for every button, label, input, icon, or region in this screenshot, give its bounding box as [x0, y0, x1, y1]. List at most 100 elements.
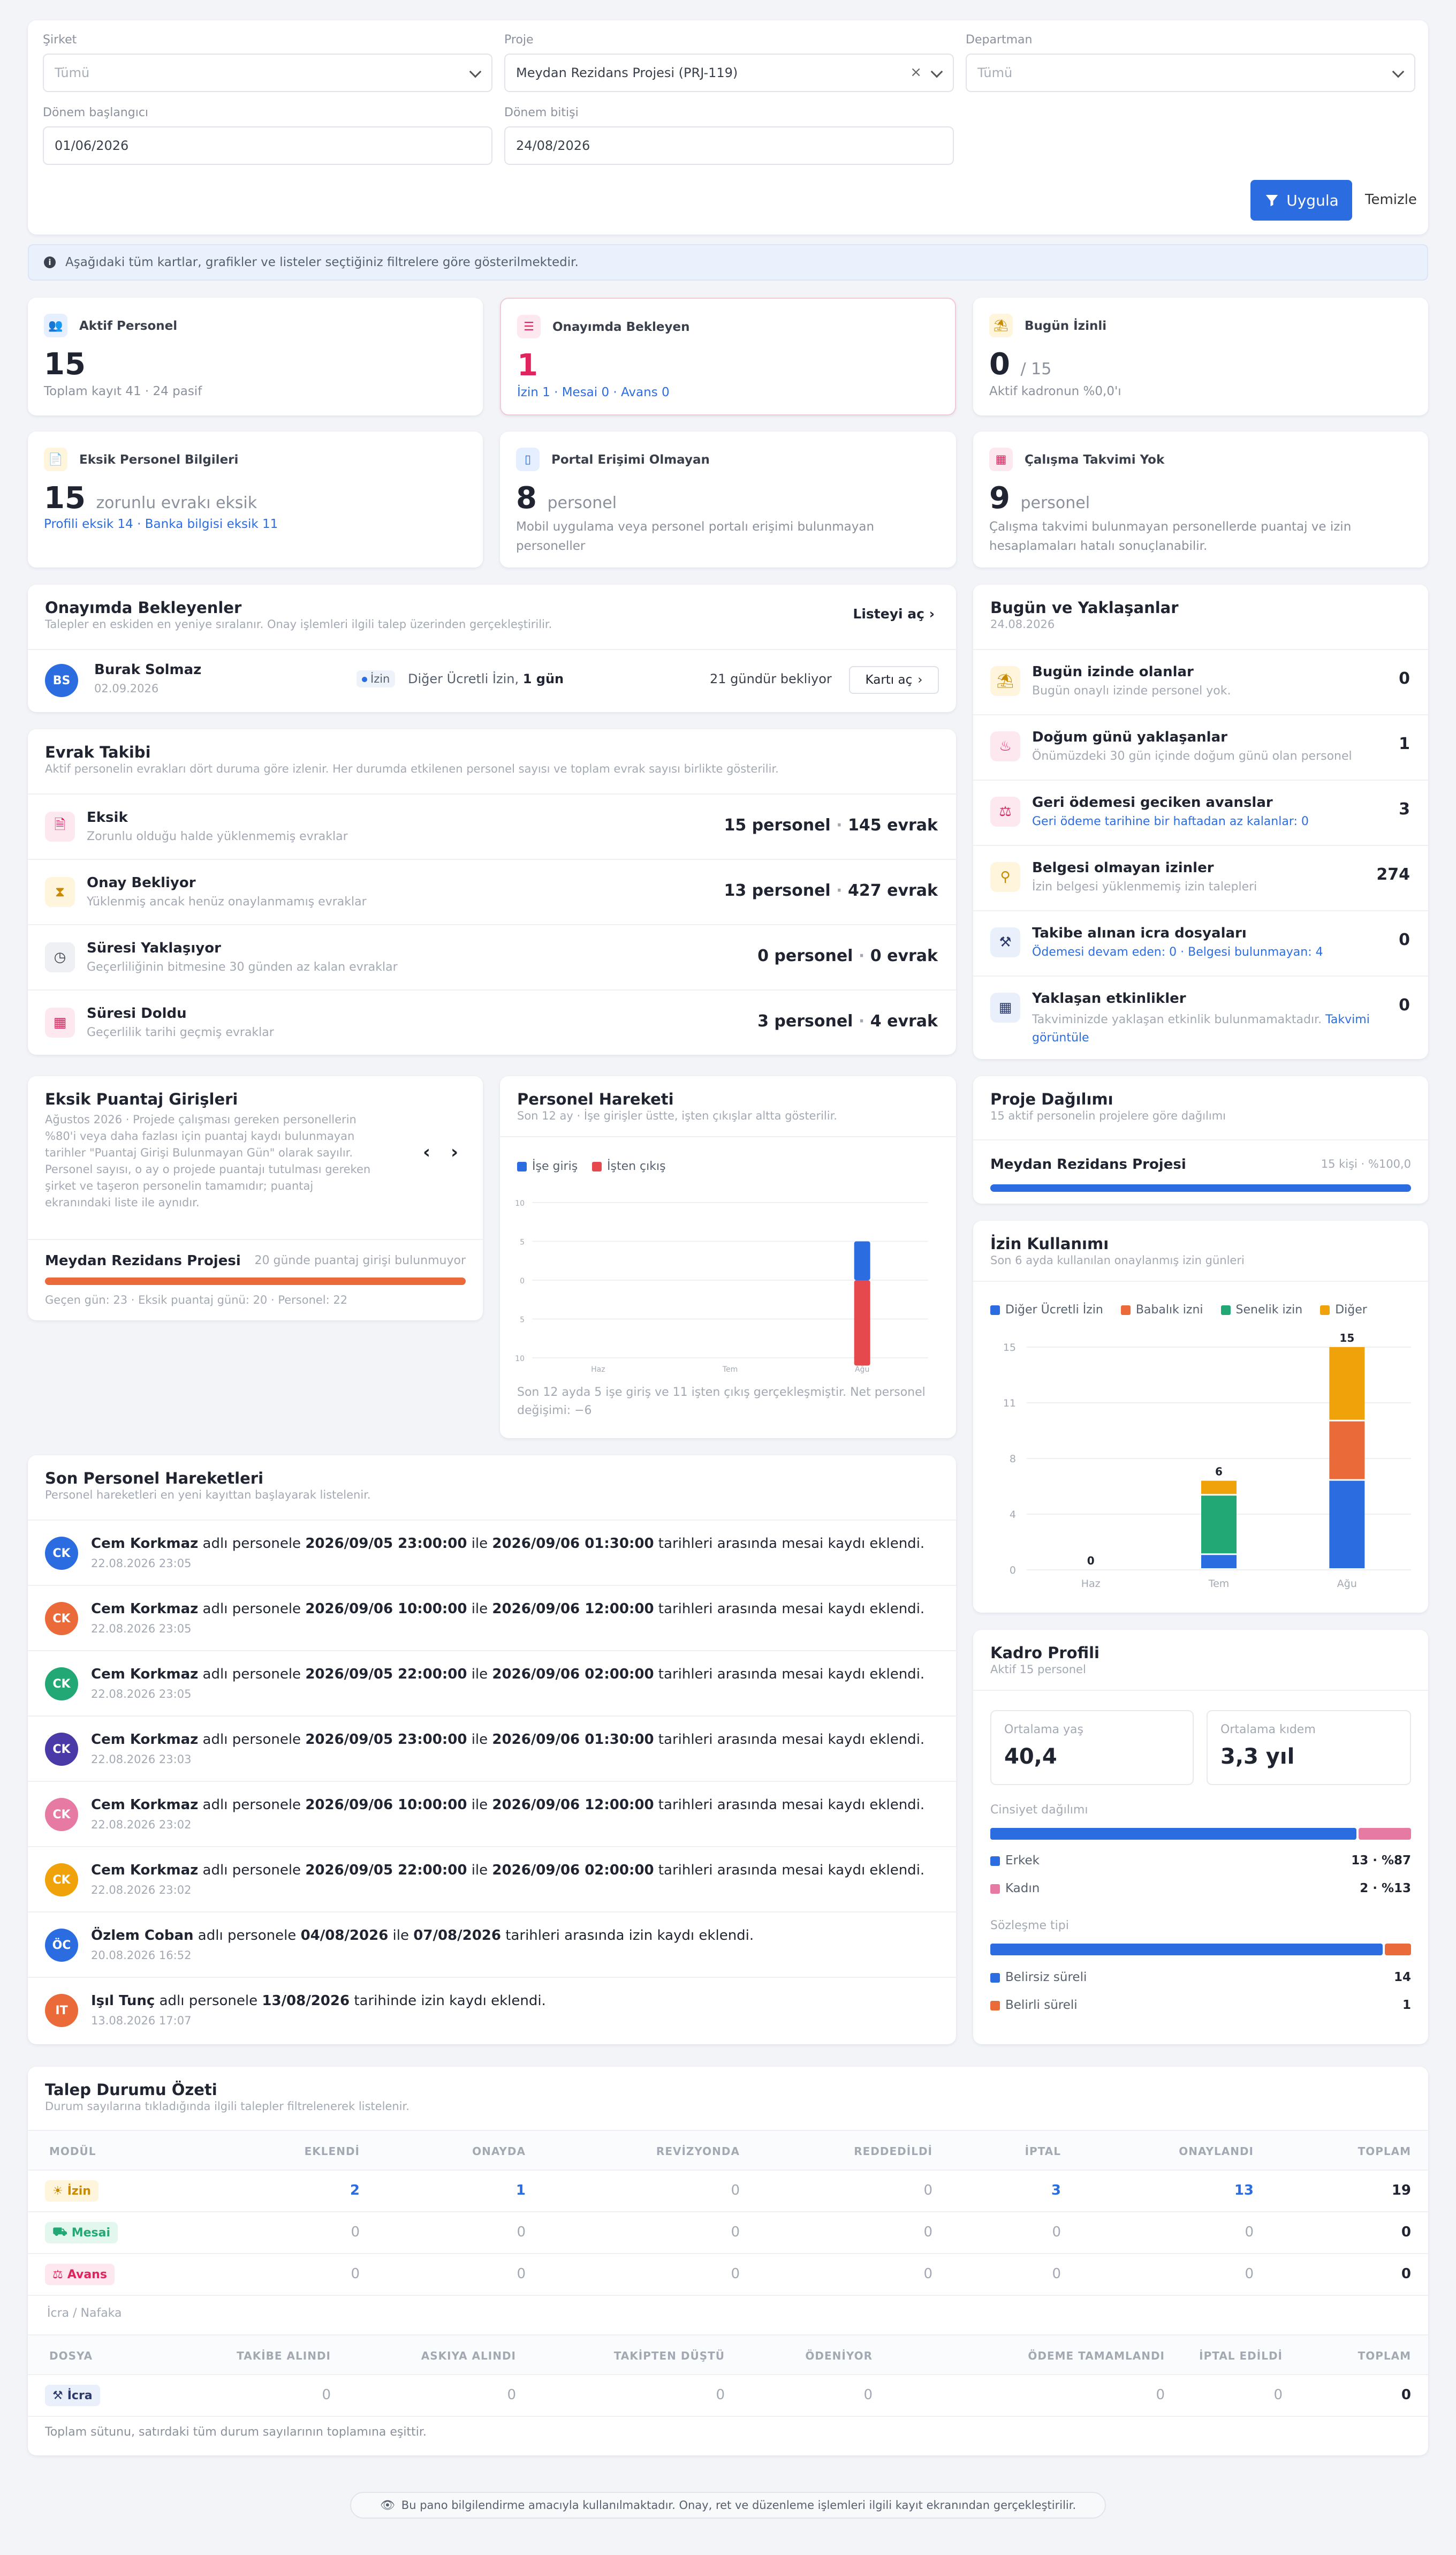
end-date-input[interactable]: 24/08/2026	[504, 126, 954, 165]
activity-time: 22.08.2026 23:03	[91, 1753, 192, 1766]
doc-row-expired[interactable]: ▦ Süresi Doldu Geçerlilik tarihi geçmiş …	[28, 989, 956, 1055]
kpi-missing-info[interactable]: 📄 Eksik Personel Bilgileri 15 zorunlu ev…	[28, 432, 483, 568]
row-sub[interactable]: Ödemesi devam eden: 0 · Belgesi bulunmay…	[1032, 946, 1323, 959]
department-select[interactable]: Tümü	[966, 54, 1415, 92]
prev-month-button[interactable]: ‹	[423, 1142, 430, 1163]
leave-usage-chart: 15 11 8 4 0 Haz 0 Tem 6 Ağu 15	[1003, 1332, 1411, 1590]
icra-label: İcra / Nafaka	[47, 2307, 122, 2320]
bar-exit[interactable]	[854, 1280, 870, 1366]
activity-row[interactable]: CK Cem Korkmaz adlı personele 2026/09/05 …	[28, 1650, 956, 1715]
timesheet-project-row[interactable]: Meydan Rezidans Projesi 20 günde puantaj…	[28, 1239, 483, 1320]
waiting-text: 21 gündür bekliyor	[710, 671, 832, 686]
approval-row[interactable]: BS Burak Solmaz 02.09.2026 İzin Diğer Üc…	[28, 649, 956, 712]
kpi-no-calendar[interactable]: ▦ Çalışma Takvimi Yok 9 personel Çalışma…	[973, 432, 1428, 568]
bar-total-label: 6	[1215, 1465, 1223, 1478]
column-header: ÖDENİYOR	[805, 2349, 873, 2362]
kpi-active-staff[interactable]: 👥 Aktif Personel 15 Toplam kayıt 41 · 24…	[28, 298, 483, 415]
chevron-right-icon: ›	[917, 673, 923, 687]
kpi-title: Portal Erişimi Olmayan	[551, 453, 710, 467]
table-row[interactable]: ⚖ Avans 0 0 0 0 0 0 0	[28, 2254, 1428, 2296]
clear-icon[interactable]: ×	[910, 64, 922, 80]
kpi-sub[interactable]: İzin 1 · Mesai 0 · Avans 0	[517, 385, 670, 399]
gavel-icon: ⚒	[990, 927, 1020, 957]
bar-segment[interactable]	[1329, 1421, 1365, 1479]
filter-panel: Şirket Tümü Proje Meydan Rezidans Projes…	[28, 20, 1428, 235]
open-card-button[interactable]: Kartı aç ›	[849, 666, 939, 694]
today-row-on-leave[interactable]: ⛱ Bugün izinde olanlar Bugün onaylı izin…	[973, 649, 1428, 714]
bar-segment[interactable]	[1329, 1347, 1365, 1420]
module-badge[interactable]: ⛟ Mesai	[45, 2222, 118, 2243]
module-badge[interactable]: ☀ İzin	[45, 2180, 98, 2202]
column-header: DOSYA	[49, 2349, 93, 2362]
next-month-button[interactable]: ›	[451, 1142, 458, 1163]
column-header: MODÜL	[49, 2145, 96, 2158]
approvals-panel: Onayımda Bekleyenler Talepler en eskiden…	[28, 585, 956, 712]
activity-row[interactable]: CK Cem Korkmaz adlı personele 2026/09/06 …	[28, 1585, 956, 1650]
today-row-advances[interactable]: ⚖ Geri ödemesi geciken avanslar Geri öde…	[973, 780, 1428, 845]
table-cell[interactable]: 2	[350, 2182, 360, 2198]
clear-button[interactable]: Temizle	[1365, 192, 1417, 208]
module-badge[interactable]: ⚖ Avans	[45, 2264, 115, 2285]
kpi-title: Bugün İzinli	[1025, 319, 1107, 333]
table-cell[interactable]: 19	[1392, 2182, 1411, 2198]
request-date: 02.09.2026	[94, 682, 159, 695]
kpi-sub[interactable]: Profili eksik 14 · Banka bilgisi eksik 1…	[44, 517, 278, 531]
bar-segment[interactable]	[1329, 1480, 1365, 1568]
calendar-icon: ▦	[989, 448, 1013, 471]
column-header: ASKIYA ALINDI	[421, 2349, 516, 2362]
activity-row[interactable]: ÖC Özlem Coban adlı personele 04/08/2026 …	[28, 1911, 956, 1977]
table-cell: 0	[517, 2224, 526, 2240]
row-stat: 15 personel · 145 evrak	[724, 816, 938, 835]
bar-segment[interactable]	[1201, 1495, 1237, 1554]
doc-row-missing[interactable]: 🗎 Eksik Zorunlu olduğu halde yüklenmemiş…	[28, 793, 956, 859]
panel-title: Talep Durumu Özeti	[45, 2081, 217, 2099]
kpi-leave-today[interactable]: ⛱ Bugün İzinli 0 / 15 Aktif kadronun %0,…	[973, 298, 1428, 415]
bar-total-label: 0	[1087, 1554, 1095, 1567]
bar-segment[interactable]	[1201, 1480, 1237, 1494]
table-cell[interactable]: 1	[516, 2182, 526, 2198]
doc-row-expiring[interactable]: ◷ Süresi Yaklaşıyor Geçerliliğinin bitme…	[28, 924, 956, 989]
module-badge[interactable]: ⚒ İcra	[45, 2385, 100, 2406]
bar-segment[interactable]	[1201, 1555, 1237, 1568]
kpi-title: Eksik Personel Bilgileri	[79, 453, 239, 467]
activity-row[interactable]: CK Cem Korkmaz adlı personele 2026/09/05 …	[28, 1715, 956, 1781]
today-row-icra[interactable]: ⚒ Takibe alınan icra dosyaları Ödemesi d…	[973, 910, 1428, 976]
project-dist-row[interactable]: Meydan Rezidans Projesi 15 kişi · %100,0	[973, 1139, 1428, 1204]
activity-row[interactable]: IT Işıl Tunç adlı personele 13/08/2026 ta…	[28, 1977, 956, 2042]
table-row[interactable]: ☀ İzin 2 1 0 0 3 13 19	[28, 2171, 1428, 2212]
today-row-events[interactable]: ▦ Yaklaşan etkinlikler Takviminizde yakl…	[973, 976, 1428, 1059]
request-detail: Diğer Ücretli İzin, 1 gün	[408, 671, 564, 686]
kpi-value: 15 zorunlu evrakı eksik	[44, 481, 257, 516]
project-select[interactable]: Meydan Rezidans Projesi (PRJ-119) ×	[504, 54, 954, 92]
activity-row[interactable]: CK Cem Korkmaz adlı personele 2026/09/05 …	[28, 1846, 956, 1911]
kpi-pending-approval[interactable]: ☰ Onayımda Bekleyen 1 İzin 1 · Mesai 0 ·…	[500, 298, 956, 415]
panel-date: 24.08.2026	[990, 618, 1055, 631]
start-date-input[interactable]: 01/06/2026	[43, 126, 492, 165]
table-row[interactable]: ⚒ İcra 0 0 0 0 0 0 0	[28, 2375, 1428, 2417]
table-cell[interactable]: 3	[1051, 2182, 1061, 2198]
apply-button[interactable]: Uygula	[1250, 180, 1352, 221]
kpi-no-portal[interactable]: ▯ Portal Erişimi Olmayan 8 personel Mobi…	[500, 432, 956, 568]
clock-icon: ◷	[45, 942, 75, 972]
open-list-link[interactable]: Listeyi aç ›	[853, 606, 935, 622]
bar-hire[interactable]	[854, 1241, 870, 1281]
activity-row[interactable]: CK Cem Korkmaz adlı personele 2026/09/06 …	[28, 1781, 956, 1846]
documents-panel: Evrak Takibi Aktif personelin evrakları …	[28, 729, 956, 1055]
table-row[interactable]: ⛟ Mesai 0 0 0 0 0 0 0	[28, 2212, 1428, 2254]
table-cell[interactable]: 13	[1234, 2182, 1254, 2198]
row-sub[interactable]: Geri ödeme tarihine bir haftadan az kala…	[1032, 815, 1309, 828]
row-title: Yaklaşan etkinlikler	[1032, 991, 1186, 1007]
column-header: EKLENDİ	[304, 2145, 360, 2158]
today-row-missing-docs[interactable]: ⚲ Belgesi olmayan izinler İzin belgesi y…	[973, 845, 1428, 910]
row-count: 0	[1399, 931, 1410, 949]
avatar: CK	[45, 1733, 78, 1766]
table-cell: 0	[351, 2266, 360, 2282]
table-cell: 0	[517, 2266, 526, 2282]
activity-text: Özlem Coban adlı personele 04/08/2026 il…	[91, 1927, 754, 1944]
doc-row-pending[interactable]: ⧗ Onay Bekliyor Yüklenmiş ancak henüz on…	[28, 859, 956, 924]
activity-row[interactable]: CK Cem Korkmaz adlı personele 2026/09/05 …	[28, 1520, 956, 1585]
row-title: Doğum günü yaklaşanlar	[1032, 729, 1227, 745]
today-row-birthdays[interactable]: ♨ Doğum günü yaklaşanlar Önümüzdeki 30 g…	[973, 714, 1428, 780]
company-select[interactable]: Tümü	[43, 54, 492, 92]
panel-title: Onayımda Bekleyenler	[45, 599, 242, 617]
